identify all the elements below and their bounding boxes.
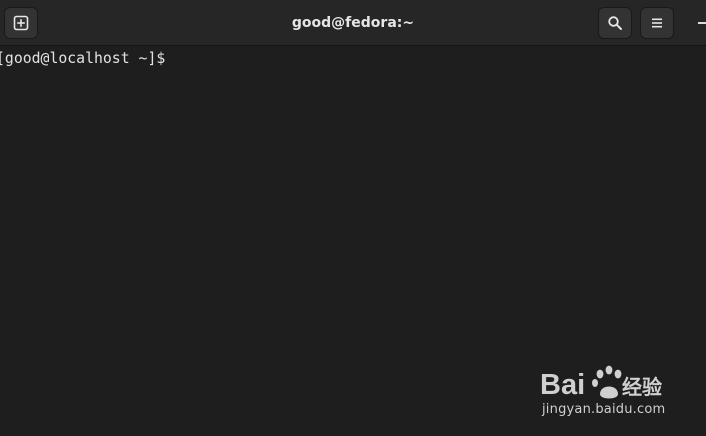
watermark: Bai 经验 jingyan.baidu.com xyxy=(540,360,670,422)
search-button[interactable] xyxy=(598,7,632,39)
svg-text:Bai: Bai xyxy=(540,369,585,401)
menu-button[interactable] xyxy=(640,7,674,39)
search-icon xyxy=(608,16,622,30)
new-tab-icon xyxy=(13,15,29,31)
prompt-line: [good@localhost ~]$ xyxy=(0,50,175,67)
minimize-icon[interactable] xyxy=(698,22,706,24)
hamburger-menu-icon xyxy=(652,18,662,28)
new-tab-button[interactable] xyxy=(4,7,38,39)
svg-text:经验: 经验 xyxy=(622,375,662,399)
watermark-url: jingyan.baidu.com xyxy=(542,402,666,417)
baidu-jingyan-logo: Bai 经验 xyxy=(540,365,662,401)
headerbar: good@fedora:~ xyxy=(0,0,706,46)
